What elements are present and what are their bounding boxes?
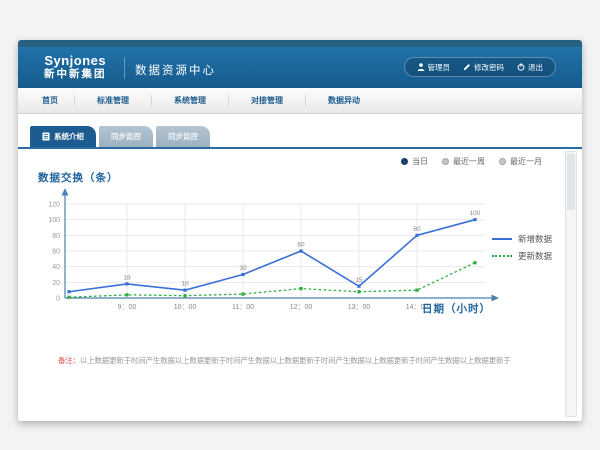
footnote: 备注：以上数据更新于时间产生数据以上数据更新于时间产生数据以上数据更新于时间产生… (58, 355, 552, 366)
logout-label: 退出 (528, 62, 543, 73)
svg-text:120: 120 (48, 202, 60, 209)
nav-item-system-mgmt[interactable]: 系统管理 (152, 95, 228, 106)
radio-last-week[interactable]: 最近一周 (442, 156, 485, 167)
svg-text:80: 80 (413, 226, 421, 233)
user-menu-admin-label: 管理员 (428, 62, 451, 73)
radio-selected-icon (401, 158, 408, 165)
green-dotted-sample-icon (492, 255, 512, 257)
radio-today-label: 当日 (412, 156, 428, 167)
y-axis-title: 数据交换（条） (38, 170, 119, 185)
main-nav: 首页 标准管理 系统管理 对接管理 数据异动 (18, 88, 582, 114)
svg-text:60: 60 (297, 242, 305, 249)
svg-text:10：00: 10：00 (174, 304, 197, 311)
header-divider (124, 57, 125, 79)
tab-bar: 系统介绍 同步监控 同步监控 (30, 126, 210, 147)
user-menu-admin[interactable]: 管理员 (417, 62, 451, 73)
user-menu: 管理员 修改密码 退出 (404, 57, 557, 77)
svg-text:11：00: 11：00 (232, 304, 254, 311)
footnote-prefix: 备注： (58, 356, 80, 365)
brand-logo: Synjones 新中新集团 (44, 53, 107, 81)
range-radio-group: 当日 最近一周 最近一月 (401, 156, 542, 167)
x-axis-title: 日期（小时） (422, 301, 491, 316)
svg-text:30: 30 (239, 265, 247, 272)
edit-icon (463, 63, 471, 71)
svg-text:15: 15 (355, 277, 363, 284)
svg-text:18: 18 (123, 274, 131, 281)
tab-sync-monitor-2[interactable]: 同步监控 (156, 126, 210, 147)
svg-text:9：00: 9：00 (118, 304, 137, 311)
svg-text:20: 20 (52, 280, 60, 287)
footnote-text: 以上数据更新于时间产生数据以上数据更新于时间产生数据以上数据更新于时间产生数据以… (80, 356, 511, 365)
svg-text:60: 60 (52, 249, 60, 256)
brand-logo-text: Synjones (44, 53, 106, 68)
radio-last-week-label: 最近一周 (453, 156, 485, 167)
content-panel: 当日 最近一周 最近一月 数据交换（条） 0 20 40 60 80 100 120 9：00… (18, 147, 582, 421)
radio-last-month-label: 最近一月 (510, 156, 542, 167)
chart-legend: 新增数据 更新数据 (492, 233, 552, 262)
svg-text:13：00: 13：00 (348, 304, 371, 311)
document-icon (42, 132, 50, 141)
power-icon (517, 63, 525, 71)
brand-company-name: 新中新集团 (44, 68, 107, 81)
app-window: Synjones 新中新集团 数据资源中心 管理员 修改密码 (18, 40, 582, 421)
radio-today[interactable]: 当日 (401, 156, 428, 167)
nav-item-home[interactable]: 首页 (26, 95, 74, 106)
page-title: 数据资源中心 (135, 62, 216, 78)
chart-tick-labels: 0 20 40 60 80 100 120 9：00 10：00 11：00 12：00 13：00 1… (48, 202, 428, 312)
svg-text:100: 100 (48, 217, 60, 224)
nav-item-standard-mgmt[interactable]: 标准管理 (75, 95, 151, 106)
radio-last-month[interactable]: 最近一月 (499, 156, 542, 167)
radio-unselected-icon (442, 158, 449, 165)
user-menu-logout[interactable]: 退出 (517, 62, 543, 73)
vertical-scrollbar[interactable] (565, 151, 577, 417)
svg-text:0: 0 (56, 296, 60, 303)
nav-item-interface-mgmt[interactable]: 对接管理 (229, 95, 305, 106)
svg-text:10: 10 (181, 281, 189, 288)
tab-sync-monitor-1-label: 同步监控 (111, 131, 141, 142)
scrollbar-thumb[interactable] (567, 154, 575, 210)
radio-unselected-icon (499, 158, 506, 165)
legend-new-data-label: 新增数据 (518, 233, 552, 245)
svg-text:12：00: 12：00 (290, 304, 313, 311)
app-header: Synjones 新中新集团 数据资源中心 管理员 修改密码 (18, 47, 582, 88)
series-0: 18 10 30 60 15 80 100 (67, 210, 480, 293)
legend-update-data-label: 更新数据 (518, 250, 552, 262)
change-password-label: 修改密码 (474, 62, 504, 73)
svg-text:100: 100 (470, 210, 481, 217)
tab-sync-monitor-1[interactable]: 同步监控 (99, 126, 153, 147)
tab-system-intro[interactable]: 系统介绍 (30, 126, 96, 147)
svg-text:80: 80 (52, 233, 60, 240)
tab-system-intro-label: 系统介绍 (54, 131, 84, 142)
svg-text:40: 40 (52, 264, 60, 271)
user-icon (417, 63, 425, 71)
legend-item-new-data: 新增数据 (492, 233, 552, 245)
header-top-strip (18, 40, 582, 47)
legend-item-update-data: 更新数据 (492, 250, 552, 262)
blue-line-sample-icon (492, 238, 512, 240)
user-menu-change-password[interactable]: 修改密码 (463, 62, 504, 73)
tab-sync-monitor-2-label: 同步监控 (168, 131, 198, 142)
nav-item-data-change[interactable]: 数据异动 (306, 95, 382, 106)
